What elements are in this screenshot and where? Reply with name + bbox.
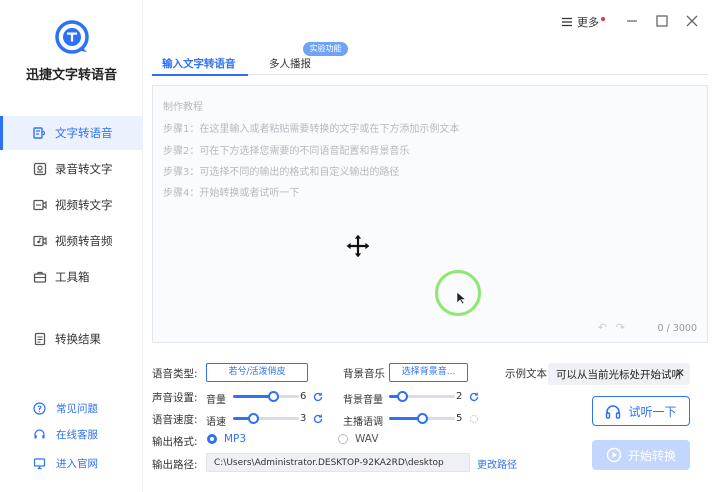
text-to-speech-icon [33,126,47,140]
speed-label: 语速 [206,417,226,428]
speed-settings-label: 语音速度: [152,414,198,426]
headphones-icon [606,404,621,419]
toolbox-icon [33,270,47,284]
nav-video-to-text[interactable]: 视频转文字 [0,188,143,222]
nav-text-to-speech[interactable]: 文字转语音 [0,116,143,150]
bgm-button[interactable]: 选择背景音... [389,363,468,382]
monitor-icon [33,457,46,470]
editor-hint-step: 步骤3：可选择不同的输出的格式和自定义输出的路径 [163,167,400,178]
redo-icon[interactable]: ↷ [616,321,625,334]
pitch-value: 5 [456,413,463,424]
bg-volume-slider[interactable] [389,390,455,402]
link-label: 常见问题 [56,402,98,415]
format-mp3-label: MP3 [224,433,247,445]
more-menu-button[interactable]: 更多 [561,14,605,30]
listen-button[interactable]: 试听一下 [592,396,690,426]
speed-slider[interactable] [233,412,299,424]
app-title: 迅捷文字转语音 [25,68,117,83]
format-wav-label: WAV [355,433,379,445]
close-icon[interactable] [685,14,699,28]
pointer-cursor-icon [456,291,467,305]
nav-label: 工具箱 [55,270,90,284]
bg-volume-label: 背景音量 [343,395,383,406]
link-label: 进入官网 [56,457,98,470]
editor-hint-title: 制作教程 [163,102,203,113]
sample-text-label: 示例文本 [505,368,547,380]
sidebar: 迅捷文字转语音 文字转语音 录音转文字 视频转文字 视频转音频 工具箱 转换结果 [0,0,143,492]
tab-text-to-speech[interactable]: 输入文字转语音 [152,50,247,76]
more-label: 更多 [577,16,599,29]
voice-type-button[interactable]: 若兮/活泼俏皮 [206,363,308,382]
pitch-label: 主播语调 [343,417,383,428]
reset-icon[interactable] [313,392,323,402]
nav-label: 视频转音频 [55,234,113,248]
result-icon [33,332,47,346]
undo-icon[interactable]: ↶ [598,321,607,334]
format-label: 输出格式: [152,436,198,448]
nav-label: 录音转文字 [55,162,113,176]
tab-bar: 输入文字转语音 多人播报 [152,50,708,76]
link-official-site[interactable]: 进入官网 [0,453,143,473]
voice-type-label: 语音类型: [152,368,198,380]
editor-hint-step: 步骤2：可在下方选择您需要的不同语音配置和背景音乐 [163,146,410,157]
link-faq[interactable]: 常见问题 [0,398,143,418]
video-text-icon [33,198,47,212]
nav-toolbox[interactable]: 工具箱 [0,260,143,294]
listen-label: 试听一下 [628,404,677,419]
editor-hint-step: 步骤4：开始转换或者试听一下 [163,188,300,199]
volume-label: 音量 [206,395,226,406]
nav-conversion-results[interactable]: 转换结果 [0,322,143,356]
recording-icon [33,162,47,176]
volume-slider[interactable] [233,390,299,402]
text-editor[interactable]: 制作教程 步骤1：在这里输入或者粘贴需要转换的文字或在下方添加示例文本 步骤2：… [152,85,708,343]
bgm-label: 背景音乐 [343,368,385,380]
link-online-support[interactable]: 在线客服 [0,424,143,444]
sample-text-chip[interactable]: 可以从当前光标处开始试听 ✕ [548,363,690,385]
headset-icon [33,428,46,441]
sample-text-value: 可以从当前光标处开始试听 [556,369,682,381]
title-bar: 更多 [143,0,720,44]
play-icon [606,447,622,463]
pitch-slider[interactable] [389,412,455,424]
speed-value: 3 [300,413,307,424]
loading-icon [469,414,479,424]
convert-label: 开始转换 [627,448,676,463]
nav-label: 转换结果 [55,332,101,346]
maximize-icon[interactable] [655,14,669,28]
menu-icon [562,17,572,27]
volume-value: 6 [300,391,307,402]
link-label: 在线客服 [56,428,98,441]
output-path-field[interactable] [206,453,470,472]
click-indicator [435,270,481,316]
app-logo-icon [55,20,89,54]
nav-recording-to-text[interactable]: 录音转文字 [0,152,143,186]
nav-label: 视频转文字 [55,198,113,212]
experimental-badge: 实验功能 [303,42,348,56]
nav-label: 文字转语音 [55,126,113,140]
editor-hint-step: 步骤1：在这里输入或者粘贴需要转换的文字或在下方添加示例文本 [163,124,460,135]
help-icon [33,401,46,415]
move-cursor-icon [345,233,371,259]
nav-video-to-audio[interactable]: 视频转音频 [0,224,143,258]
video-audio-icon [33,234,47,248]
format-mp3-radio[interactable] [207,434,217,444]
path-label: 输出路径: [152,459,198,471]
start-convert-button[interactable]: 开始转换 [592,440,690,470]
minimize-icon[interactable] [625,14,639,28]
notification-dot [601,17,605,21]
reset-icon[interactable] [469,392,479,402]
char-count: 0 / 3000 [657,323,697,334]
change-path-link[interactable]: 更改路径 [477,456,517,471]
bg-volume-value: 2 [456,391,463,402]
reset-icon[interactable] [313,414,323,424]
sound-settings-label: 声音设置: [152,392,198,404]
close-icon[interactable]: ✕ [675,366,685,380]
format-wav-radio[interactable] [338,434,348,444]
